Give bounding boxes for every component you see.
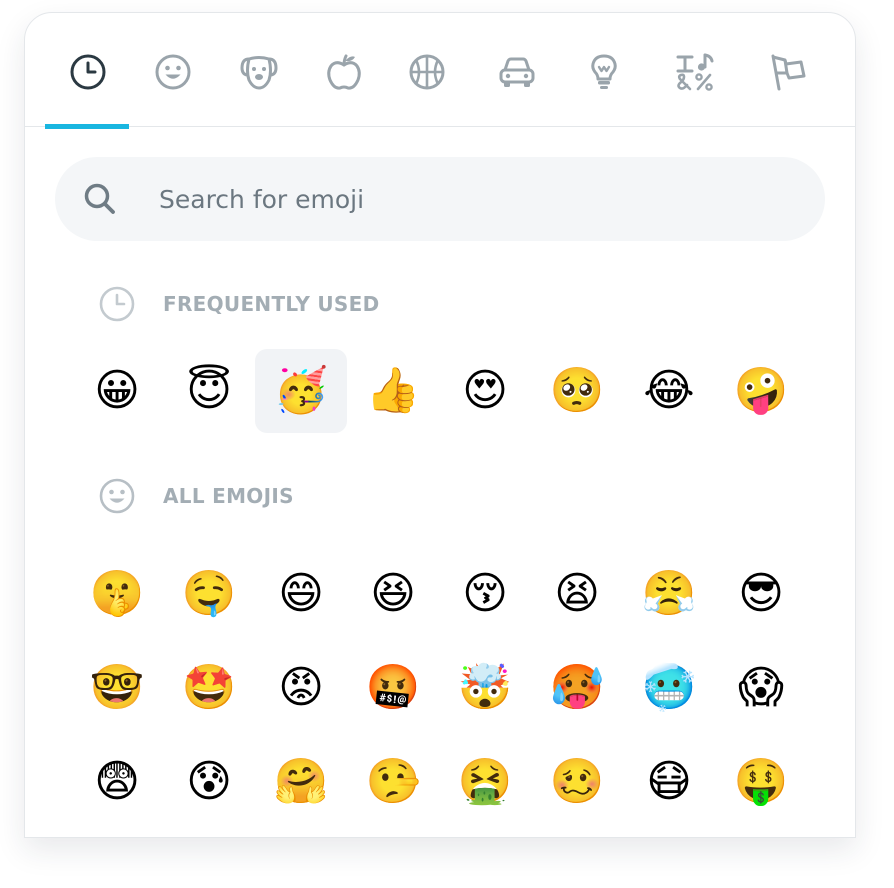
emoji-button[interactable]: 🤥 [347,735,439,829]
emoji-button[interactable]: 😤 [623,547,715,641]
tab-travel[interactable] [492,47,542,97]
emoji-button[interactable]: 😀 [71,349,163,433]
emoji-button[interactable]: 🤗 [255,735,347,829]
tab-symbols[interactable] [670,47,720,97]
emoji-button[interactable]: 😷 [623,735,715,829]
search-icon [83,182,117,216]
section-title: FREQUENTLY USED [163,292,380,316]
emoji-button[interactable]: 😱 [715,641,807,735]
emoji-button[interactable]: 🤫 [71,547,163,641]
emoji-button[interactable]: 🥴 [531,735,623,829]
smiley-icon [99,478,135,514]
emoji-button[interactable]: 🥶 [623,641,715,735]
apple-icon [327,54,361,90]
emoji-button[interactable]: 😚 [439,547,531,641]
clock-icon [99,286,135,322]
emoji-button[interactable]: 🤯 [439,641,531,735]
emoji-button[interactable]: 😇 [163,349,255,433]
flag-icon [771,54,806,91]
section-header-frequently-used: FREQUENTLY USED [97,284,380,324]
emoji-button[interactable]: 🤑 [715,735,807,829]
section-title: ALL EMOJIS [163,484,294,508]
emoji-button[interactable]: 😨 [71,735,163,829]
tab-animals[interactable] [234,47,284,97]
all-emojis-grid: 🤫 🤤 😄 😆 😚 😫 😤 😎 🤓 🤩 😡 🤬 🤯 🥵 🥶 😱 😨 😰 🤗 🤥 🤮 🥴 😷 🤑 [71,547,807,829]
search-bar [55,157,825,241]
category-tabs [25,13,855,129]
emoji-button[interactable]: 😄 [255,547,347,641]
tab-activity[interactable] [402,47,452,97]
emoji-button[interactable]: 😫 [531,547,623,641]
symbols-icon [676,53,714,91]
emoji-button[interactable]: 😆 [347,547,439,641]
emoji-button[interactable]: 🥵 [531,641,623,735]
emoji-button[interactable]: 🥺 [531,349,623,433]
smiley-icon [155,54,191,90]
emoji-button[interactable]: 🤤 [163,547,255,641]
emoji-button[interactable]: 🤩 [163,641,255,735]
tab-flags[interactable] [762,47,812,97]
emoji-button[interactable]: 👍 [347,349,439,433]
active-tab-indicator [45,124,129,129]
tab-recent[interactable] [63,47,113,97]
emoji-button[interactable]: 😍 [439,349,531,433]
emoji-button[interactable]: 🤮 [439,735,531,829]
car-icon [499,57,535,87]
clock-icon [70,54,106,90]
dog-icon [240,56,278,90]
emoji-button[interactable]: 😎 [715,547,807,641]
emoji-button[interactable]: 🤪 [715,349,807,433]
emoji-button[interactable]: 🥳 [255,349,347,433]
emoji-button[interactable]: 😡 [255,641,347,735]
emoji-button[interactable]: 🤬 [347,641,439,735]
emoji-button[interactable]: 😂 [623,349,715,433]
search-input[interactable] [159,175,779,223]
emoji-button[interactable]: 😰 [163,735,255,829]
tab-smileys[interactable] [148,47,198,97]
emoji-picker-panel: FREQUENTLY USED 😀😇🥳👍😍🥺😂🤪 ALL EMOJIS 🤫🤤😄😆… [24,12,856,838]
section-header-all-emojis: ALL EMOJIS [97,476,294,516]
tab-objects[interactable] [579,47,629,97]
lightbulb-icon [591,54,617,89]
tab-food[interactable] [319,47,369,97]
basketball-icon [409,54,445,90]
frequently-used-grid: 😀 😇 🥳 👍 😍 🥺 😂 🤪 [71,349,807,433]
emoji-button[interactable]: 🤓 [71,641,163,735]
